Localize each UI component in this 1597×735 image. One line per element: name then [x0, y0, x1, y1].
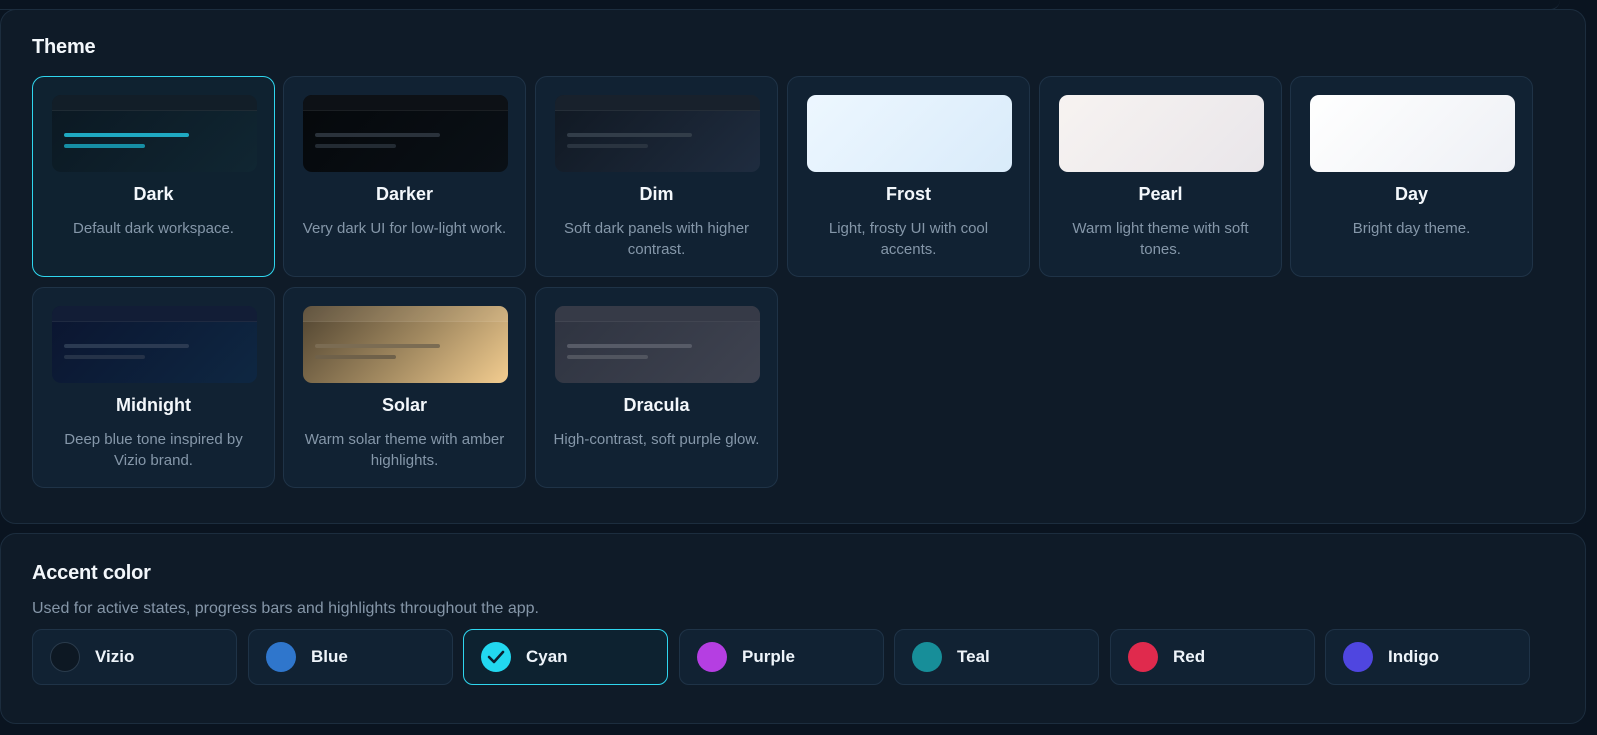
- theme-preview: [52, 95, 257, 172]
- preview-line: [567, 144, 648, 148]
- theme-preview: [555, 95, 760, 172]
- preview-line: [315, 144, 396, 148]
- theme-card-day[interactable]: Day Bright day theme.: [1290, 76, 1533, 277]
- preview-line: [819, 133, 944, 137]
- preview-line: [315, 133, 440, 137]
- accent-option-label: Blue: [311, 647, 348, 666]
- theme-preview: [52, 306, 257, 383]
- preview-line: [315, 355, 396, 359]
- preview-titlebar: [555, 95, 760, 111]
- theme-preview: [1310, 95, 1515, 172]
- accent-color-section: Accent color Used for active states, pro…: [0, 533, 1586, 724]
- color-swatch: [912, 642, 942, 672]
- preview-titlebar: [52, 95, 257, 111]
- theme-card-darker[interactable]: Darker Very dark UI for low-light work.: [283, 76, 526, 277]
- theme-section-title: Theme: [32, 36, 96, 58]
- accent-option-blue[interactable]: Blue: [248, 629, 453, 685]
- preview-line: [64, 133, 189, 137]
- accent-option-label: Red: [1173, 647, 1206, 666]
- preview-line: [819, 144, 900, 148]
- theme-card-dracula[interactable]: Dracula High-contrast, soft purple glow.: [535, 287, 778, 488]
- theme-preview: [303, 306, 508, 383]
- theme-card-description: Warm solar theme with amber highlights.: [304, 431, 505, 469]
- accent-option-label: Purple: [742, 647, 795, 666]
- accent-option-label: Cyan: [526, 647, 568, 666]
- accent-section-title: Accent color: [32, 562, 151, 584]
- accent-section-description: Used for active states, progress bars an…: [32, 600, 539, 617]
- preview-titlebar: [555, 306, 760, 322]
- preview-line: [1071, 144, 1152, 148]
- checkmark-icon: [487, 650, 505, 664]
- preview-titlebar: [1059, 95, 1264, 110]
- preview-line: [1071, 133, 1196, 137]
- preview-line: [1322, 144, 1403, 148]
- theme-card-description: Soft dark panels with higher contrast.: [563, 220, 750, 258]
- accent-option-teal[interactable]: Teal: [894, 629, 1099, 685]
- color-swatch: [1343, 642, 1373, 672]
- preview-line: [567, 344, 692, 348]
- preview-titlebar: [1310, 95, 1515, 110]
- accent-option-label: Vizio: [95, 647, 135, 666]
- color-swatch: [50, 642, 80, 672]
- color-swatch: [481, 642, 511, 672]
- preview-titlebar: [807, 95, 1012, 110]
- preview-line: [64, 344, 189, 348]
- theme-card-description: Bright day theme.: [1352, 220, 1471, 237]
- accent-option-vizio[interactable]: Vizio: [32, 629, 237, 685]
- theme-card-description: Very dark UI for low-light work.: [302, 220, 507, 237]
- theme-card-name: Darker: [375, 184, 434, 204]
- theme-card-name: Dracula: [623, 395, 690, 415]
- accent-option-purple[interactable]: Purple: [679, 629, 884, 685]
- accent-option-cyan[interactable]: Cyan: [463, 629, 668, 685]
- theme-preview: [807, 95, 1012, 172]
- preview-line: [315, 344, 440, 348]
- preview-line: [567, 133, 692, 137]
- theme-card-pearl[interactable]: Pearl Warm light theme with soft tones.: [1039, 76, 1282, 277]
- color-swatch: [1128, 642, 1158, 672]
- theme-card-midnight[interactable]: Midnight Deep blue tone inspired by Vizio…: [32, 287, 275, 488]
- theme-preview: [555, 306, 760, 383]
- theme-card-description: Warm light theme with soft tones.: [1072, 220, 1249, 258]
- accent-option-red[interactable]: Red: [1110, 629, 1315, 685]
- color-swatch: [266, 642, 296, 672]
- theme-card-description: High-contrast, soft purple glow.: [553, 431, 760, 448]
- theme-card-description: Light, frosty UI with cool accents.: [828, 220, 989, 258]
- theme-card-name: Midnight: [116, 395, 191, 415]
- accent-option-label: Teal: [957, 647, 990, 666]
- theme-card-name: Pearl: [1138, 184, 1183, 204]
- preview-line: [567, 355, 648, 359]
- theme-card-name: Day: [1394, 184, 1429, 204]
- theme-section: Theme Dark Default dark workspace. Darker V…: [0, 9, 1586, 524]
- theme-card-description: Default dark workspace.: [73, 220, 234, 237]
- preview-line: [1322, 133, 1447, 137]
- theme-preview: [1059, 95, 1264, 172]
- preview-line: [64, 355, 145, 359]
- preview-titlebar: [303, 306, 508, 322]
- preview-titlebar: [52, 306, 257, 322]
- theme-card-name: Frost: [886, 184, 931, 204]
- theme-card-name: Solar: [381, 395, 428, 415]
- theme-card-description: Deep blue tone inspired by Vizio brand.: [64, 431, 243, 469]
- theme-preview: [303, 95, 508, 172]
- theme-card-solar[interactable]: Solar Warm solar theme with amber highlig…: [283, 287, 526, 488]
- theme-card-frost[interactable]: Frost Light, frosty UI with cool accents.: [787, 76, 1030, 277]
- color-swatch: [697, 642, 727, 672]
- theme-card-dark[interactable]: Dark Default dark workspace.: [32, 76, 275, 277]
- accent-option-label: Indigo: [1388, 647, 1439, 666]
- preview-titlebar: [303, 95, 508, 111]
- preview-line: [64, 144, 145, 148]
- accent-option-indigo[interactable]: Indigo: [1325, 629, 1530, 685]
- theme-card-dim[interactable]: Dim Soft dark panels with higher contrast…: [535, 76, 778, 277]
- theme-card-name: Dark: [133, 184, 174, 204]
- theme-card-name: Dim: [639, 184, 674, 204]
